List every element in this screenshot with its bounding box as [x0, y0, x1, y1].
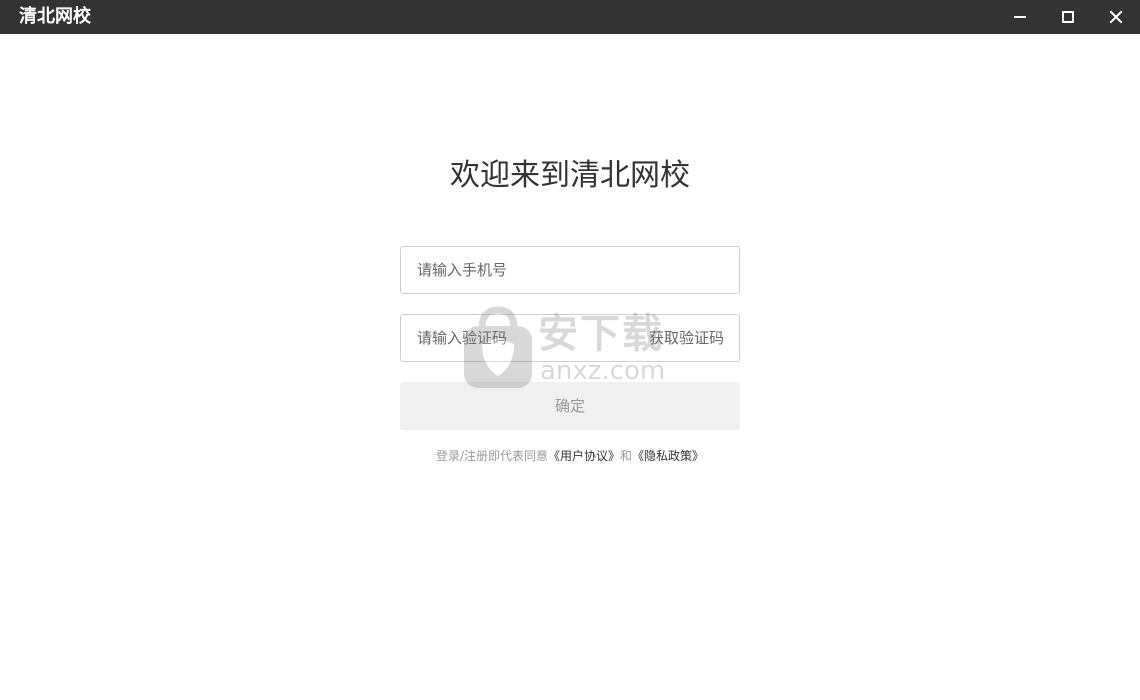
agreement-prefix: 登录/注册即代表同意	[435, 449, 548, 463]
maximize-button[interactable]	[1044, 0, 1092, 34]
maximize-icon	[1062, 11, 1074, 23]
minimize-button[interactable]	[996, 0, 1044, 34]
agreement-text: 登录/注册即代表同意《用户协议》和《隐私政策》	[0, 447, 1140, 465]
phone-input[interactable]	[401, 247, 739, 293]
verification-code-input[interactable]	[401, 315, 621, 361]
title-bar[interactable]: 清北网校	[0, 0, 1140, 34]
app-title: 清北网校	[19, 6, 91, 27]
close-button[interactable]	[1092, 0, 1140, 34]
get-code-button[interactable]: 获取验证码	[649, 315, 724, 361]
privacy-policy-link[interactable]: 《隐私政策》	[632, 449, 704, 463]
close-icon	[1109, 10, 1123, 24]
user-agreement-link[interactable]: 《用户协议》	[548, 449, 620, 463]
confirm-button[interactable]: 确定	[400, 382, 740, 430]
code-field: 获取验证码	[400, 314, 740, 362]
welcome-heading: 欢迎来到清北网校	[450, 158, 690, 193]
minimize-icon	[1014, 16, 1026, 18]
phone-field	[400, 246, 740, 294]
app-window: 清北网校 欢迎来到清北网校 获取验证码 确定 登录/注册即代表同意《用户协议》和…	[0, 0, 1140, 700]
agreement-and: 和	[620, 449, 633, 463]
